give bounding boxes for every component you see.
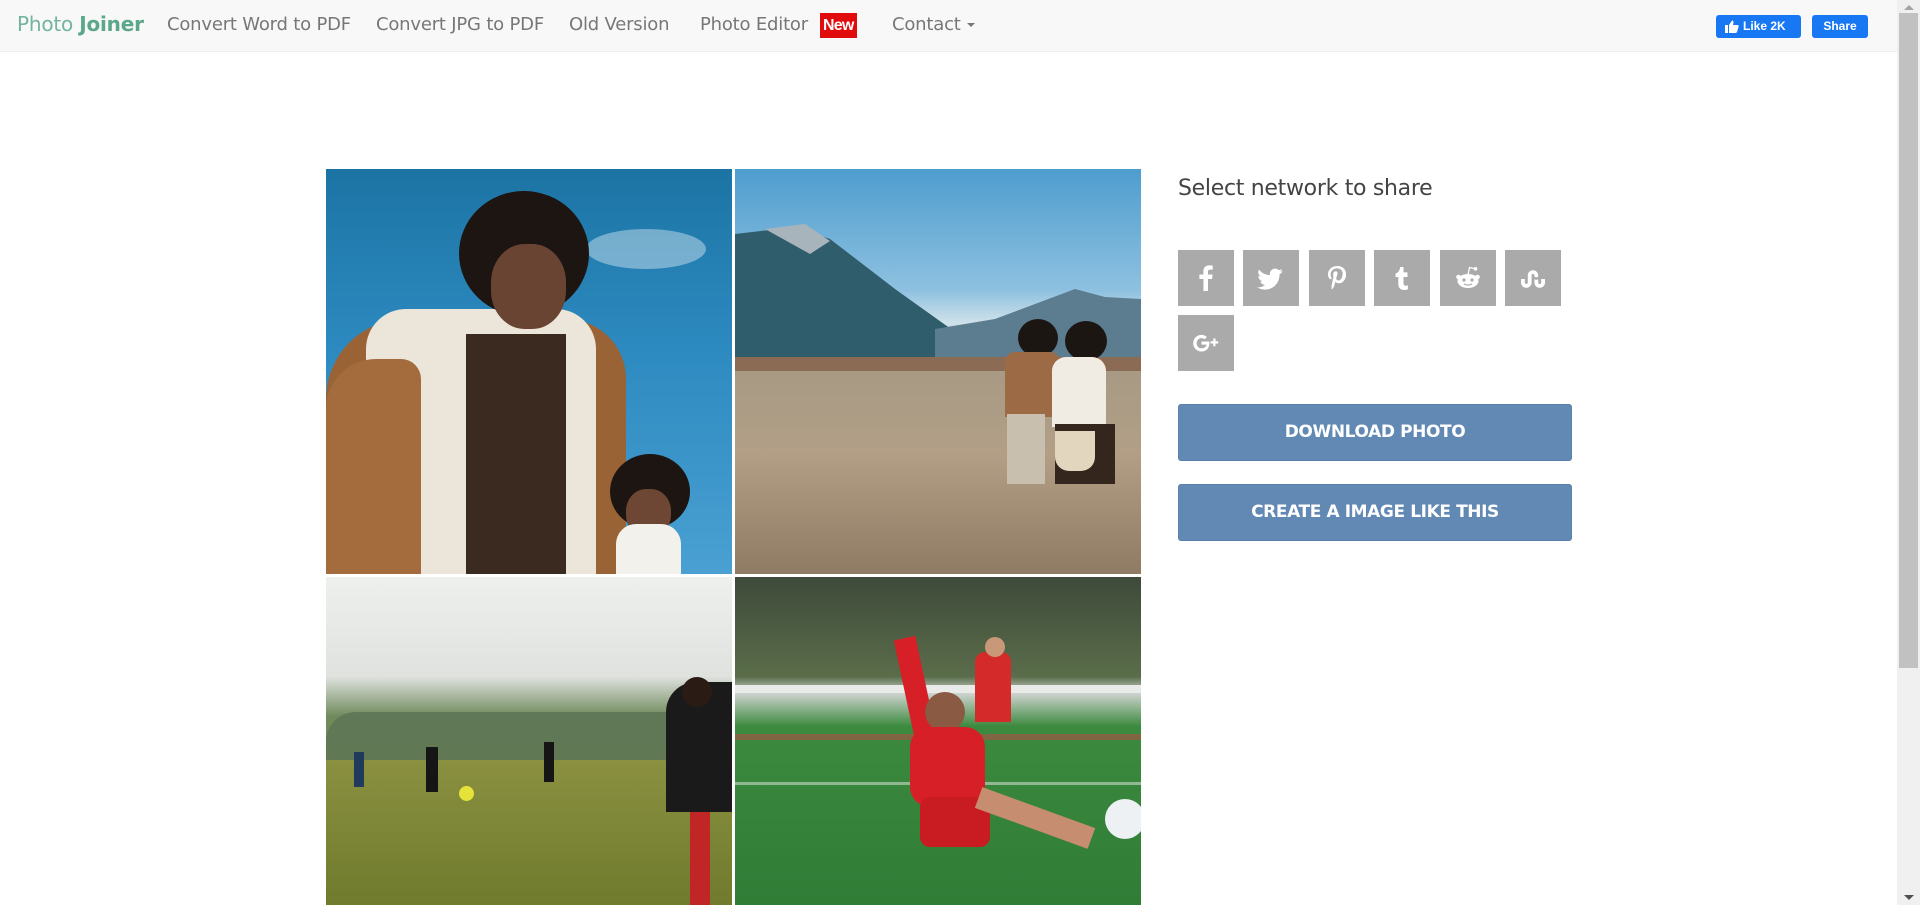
brand-logo[interactable]: Photo Joiner — [17, 12, 144, 36]
nav-old-version[interactable]: Old Version — [569, 14, 670, 35]
share-google-plus-button[interactable] — [1178, 315, 1234, 371]
brand-part1: Photo — [17, 12, 74, 36]
share-reddit-button[interactable] — [1440, 250, 1496, 306]
nav-contact-dropdown[interactable]: Contact — [892, 14, 975, 35]
facebook-like-label: Like 2K — [1743, 19, 1786, 33]
new-badge: New — [820, 13, 857, 38]
pinterest-icon — [1328, 266, 1347, 290]
share-twitter-button[interactable] — [1243, 250, 1299, 306]
collage-photo-3 — [326, 577, 732, 905]
facebook-like-button[interactable]: Like 2K — [1716, 15, 1801, 38]
download-photo-button[interactable]: DOWNLOAD PHOTO — [1178, 404, 1572, 461]
page-scrollbar[interactable] — [1897, 0, 1920, 905]
twitter-icon — [1257, 268, 1283, 290]
share-tumblr-button[interactable] — [1374, 250, 1430, 306]
brand-part2: Joiner — [79, 12, 144, 36]
nav-photo-editor[interactable]: Photo Editor — [700, 14, 808, 35]
share-pinterest-button[interactable] — [1309, 250, 1365, 306]
share-stumbleupon-button[interactable] — [1505, 250, 1561, 306]
photo-collage — [326, 169, 1141, 905]
nav-contact-label: Contact — [892, 14, 961, 35]
facebook-icon — [1199, 265, 1213, 291]
tumblr-icon — [1395, 267, 1408, 290]
collage-photo-1 — [326, 169, 732, 574]
nav-convert-jpg-to-pdf[interactable]: Convert JPG to PDF — [376, 14, 544, 35]
facebook-share-label: Share — [1823, 19, 1857, 33]
top-navbar: Photo Joiner Convert Word to PDF Convert… — [0, 0, 1897, 52]
share-facebook-button[interactable] — [1178, 250, 1234, 306]
collage-photo-2 — [735, 169, 1141, 574]
reddit-icon — [1456, 266, 1480, 288]
scroll-up-arrow-icon[interactable] — [1904, 5, 1914, 10]
nav-convert-word-to-pdf[interactable]: Convert Word to PDF — [167, 14, 351, 35]
facebook-share-button[interactable]: Share — [1812, 15, 1868, 38]
google-plus-icon — [1193, 334, 1219, 352]
share-panel-title: Select network to share — [1178, 176, 1433, 201]
scrollbar-thumb[interactable] — [1899, 13, 1918, 668]
caret-down-icon — [966, 23, 975, 27]
collage-photo-4 — [735, 577, 1141, 905]
scroll-down-arrow-icon[interactable] — [1904, 895, 1914, 900]
create-image-like-this-button[interactable]: CREATE A IMAGE LIKE THIS — [1178, 484, 1572, 541]
stumbleupon-icon — [1521, 270, 1545, 288]
thumbs-up-icon — [1725, 20, 1739, 33]
